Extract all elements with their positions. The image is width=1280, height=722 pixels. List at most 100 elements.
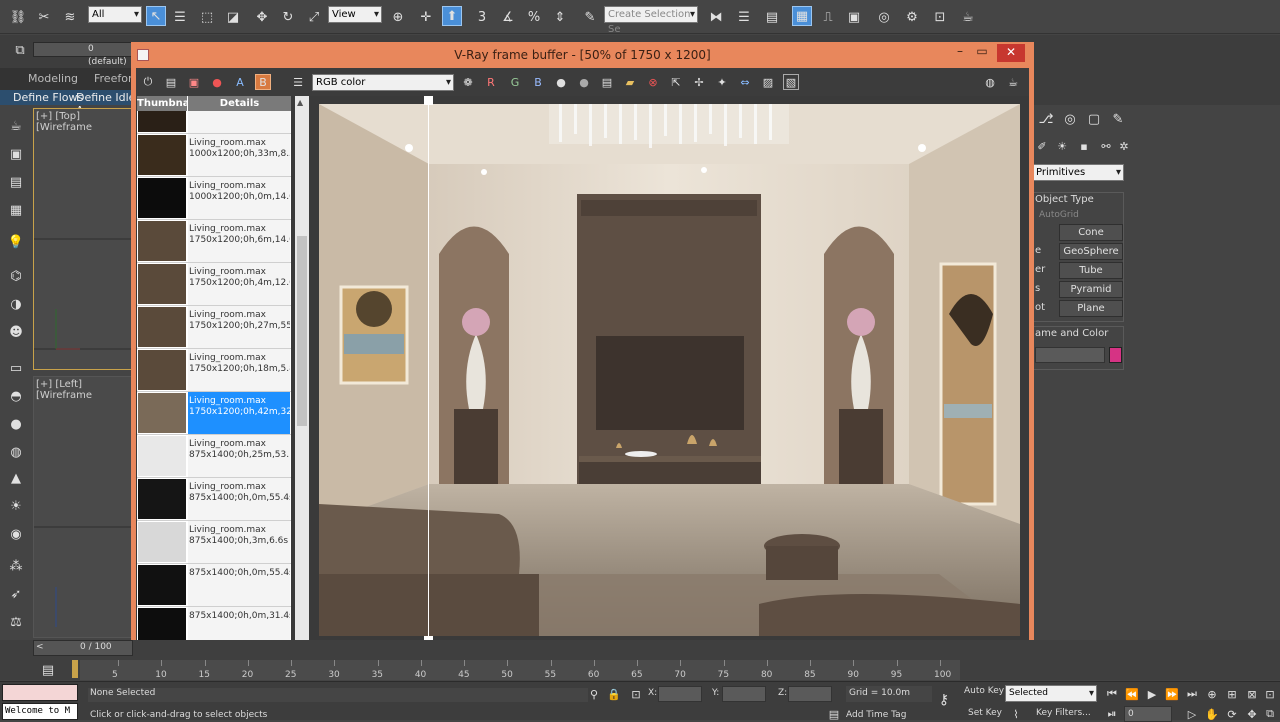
- layer-manager-icon[interactable]: ▤: [762, 7, 782, 27]
- isolate-selection-icon[interactable]: ⚲: [586, 686, 602, 702]
- camera-subtab-icon[interactable]: ▪: [1076, 138, 1092, 154]
- motion-tab-icon[interactable]: ◎: [1060, 109, 1080, 129]
- blue-channel-button[interactable]: B: [530, 74, 546, 90]
- angle-snap-icon[interactable]: ∡: [498, 7, 518, 27]
- teapot-icon[interactable]: ☕: [6, 116, 26, 136]
- autogrid-checkbox[interactable]: AutoGrid: [1039, 210, 1079, 220]
- display-tab-icon[interactable]: ▢: [1084, 109, 1104, 129]
- geosphere-icon[interactable]: ◍: [6, 442, 26, 462]
- window-crossing-icon[interactable]: ◪: [223, 7, 243, 27]
- left-button-partial-1[interactable]: e: [1035, 245, 1041, 256]
- box-icon[interactable]: ▭: [6, 358, 26, 378]
- vfb-title-bar[interactable]: V-Ray frame buffer - [50% of 1750 x 1200…: [131, 42, 1034, 68]
- key-filters-button[interactable]: Key Filters...: [1036, 708, 1091, 718]
- z-coordinate-input[interactable]: [788, 686, 832, 702]
- channel-dropdown[interactable]: RGB color: [312, 74, 454, 91]
- history-scrollbar[interactable]: ▲ ▼: [295, 96, 309, 664]
- power-icon[interactable]: ⏻: [140, 74, 156, 90]
- particles-icon[interactable]: ⁂: [6, 556, 26, 576]
- define-flows-item[interactable]: Define Flows: [13, 91, 83, 104]
- schematic-view-icon[interactable]: ▣: [844, 7, 864, 27]
- history-header-details[interactable]: Details: [188, 96, 291, 111]
- edit-named-selection-icon[interactable]: ✎: [580, 7, 600, 27]
- go-to-end-icon[interactable]: ⏭: [1184, 686, 1200, 702]
- key-icon[interactable]: ⚷: [936, 692, 952, 708]
- hierarchy-icon[interactable]: ⌬: [6, 266, 26, 286]
- history-thumbnail[interactable]: [138, 350, 186, 390]
- maxscript-listener-red[interactable]: [2, 684, 78, 701]
- left-button-partial-3[interactable]: s: [1035, 283, 1040, 294]
- left-button-partial-2[interactable]: er: [1035, 264, 1045, 275]
- alpha-white-icon[interactable]: ●: [553, 74, 569, 90]
- auto-key-button[interactable]: Auto Key: [964, 686, 1004, 696]
- cone-icon[interactable]: ▲: [6, 468, 26, 488]
- object-name-input[interactable]: [1035, 347, 1105, 363]
- minimize-button[interactable]: –: [949, 42, 971, 62]
- history-row[interactable]: Living_room.max 875x1400;0h,0m,55.4s: [137, 478, 291, 521]
- document-icon[interactable]: ▤: [6, 172, 26, 192]
- save-icon[interactable]: ▤: [163, 74, 179, 90]
- layers-icon[interactable]: ⧉: [10, 40, 30, 60]
- select-manipulate-icon[interactable]: ✛: [416, 7, 436, 27]
- color-picker-icon[interactable]: ❁: [460, 74, 476, 90]
- history-thumbnail[interactable]: [138, 178, 186, 218]
- link-icon[interactable]: ⛓: [8, 7, 28, 27]
- open-folder-icon[interactable]: ▰: [622, 74, 638, 90]
- history-thumbnail[interactable]: [138, 221, 186, 261]
- show-corrections-icon[interactable]: ▨: [760, 74, 776, 90]
- add-time-tag[interactable]: Add Time Tag: [846, 710, 906, 720]
- save-image-icon[interactable]: ▤: [599, 74, 615, 90]
- grid-icon[interactable]: ▦: [6, 200, 26, 220]
- history-row[interactable]: Living_room.max1750x1200;0h,27m,55.7s: [137, 306, 291, 349]
- history-thumbnail[interactable]: [138, 111, 186, 132]
- selection-lock-icon[interactable]: 🔒: [606, 686, 622, 702]
- time-marker[interactable]: [72, 660, 78, 678]
- spinner-snap-icon[interactable]: ⇕: [550, 7, 570, 27]
- close-button[interactable]: ✕: [997, 44, 1025, 62]
- layer-dropdown[interactable]: 0 (default): [33, 42, 133, 67]
- rendered-image[interactable]: [319, 104, 1020, 636]
- object-type-title[interactable]: Object Type: [1035, 194, 1094, 205]
- viewport-left[interactable]: [+] [Left] [Wireframe: [33, 376, 134, 638]
- category-dropdown[interactable]: Primitives: [1032, 164, 1124, 181]
- render-last-icon[interactable]: ✦: [714, 74, 730, 90]
- history-header-thumbnail[interactable]: Thumbnail: [137, 96, 196, 111]
- curve-editor-icon[interactable]: ⎍: [818, 7, 838, 27]
- geosphere-button[interactable]: GeoSphere: [1059, 243, 1123, 260]
- compare-a-icon[interactable]: A: [232, 74, 248, 90]
- material-editor-icon[interactable]: ◎: [874, 7, 894, 27]
- scene-explorer-icon[interactable]: ▦: [792, 6, 812, 26]
- cameras-subtab-icon[interactable]: ☀: [1054, 138, 1070, 154]
- reference-coord-dropdown[interactable]: View: [328, 6, 382, 23]
- history-thumbnail[interactable]: [138, 565, 186, 605]
- history-row[interactable]: Living_room.max 1000x1200;0h,0m,14.6s: [137, 177, 291, 220]
- helpers-subtab-icon[interactable]: ⚯: [1098, 138, 1114, 154]
- link-inspector-icon[interactable]: ⇔: [737, 74, 753, 90]
- history-thumbnail[interactable]: [138, 436, 186, 476]
- move-icon[interactable]: ✥: [252, 7, 272, 27]
- name-color-title[interactable]: ame and Color: [1035, 328, 1108, 339]
- key-mode-dropdown[interactable]: Selected: [1005, 685, 1097, 702]
- maximize-button[interactable]: ▭: [971, 42, 993, 62]
- mini-curve-editor-icon[interactable]: ▤: [38, 660, 58, 680]
- snaps-toggle-icon[interactable]: 3: [472, 7, 492, 27]
- clear-image-icon[interactable]: ⊗: [645, 74, 661, 90]
- viewport-top[interactable]: [+] [Top] [Wireframe: [33, 108, 134, 370]
- tab-modeling[interactable]: Modeling: [28, 72, 78, 85]
- render-setup-icon[interactable]: ⚙: [902, 7, 922, 27]
- history-thumbnail[interactable]: [138, 479, 186, 519]
- plane-button[interactable]: Plane: [1059, 300, 1123, 317]
- teapot-render-icon[interactable]: ☕: [1005, 74, 1021, 90]
- history-row[interactable]: Living_room.max 875x1400;0h,25m,53.1s: [137, 435, 291, 478]
- history-thumbnail[interactable]: [138, 522, 186, 562]
- zoom-all-icon[interactable]: ⊞: [1224, 686, 1240, 702]
- hierarchy-tab-icon[interactable]: ⎇: [1036, 109, 1056, 129]
- go-to-start-icon[interactable]: ⏮: [1104, 686, 1120, 702]
- history-row[interactable]: Living_room.max 1750x1200;0h,4m,12.6s: [137, 263, 291, 306]
- previous-frame-icon[interactable]: ⏪: [1124, 686, 1140, 702]
- zoom-icon[interactable]: ⊕: [1204, 686, 1220, 702]
- history-row[interactable]: Living_room.max1750x1200;0h,42m,32.7s: [137, 392, 291, 435]
- light-bulb-icon[interactable]: 💡: [6, 232, 26, 252]
- torus-icon[interactable]: ◉: [6, 524, 26, 544]
- set-key-button[interactable]: Set Key: [968, 708, 1002, 718]
